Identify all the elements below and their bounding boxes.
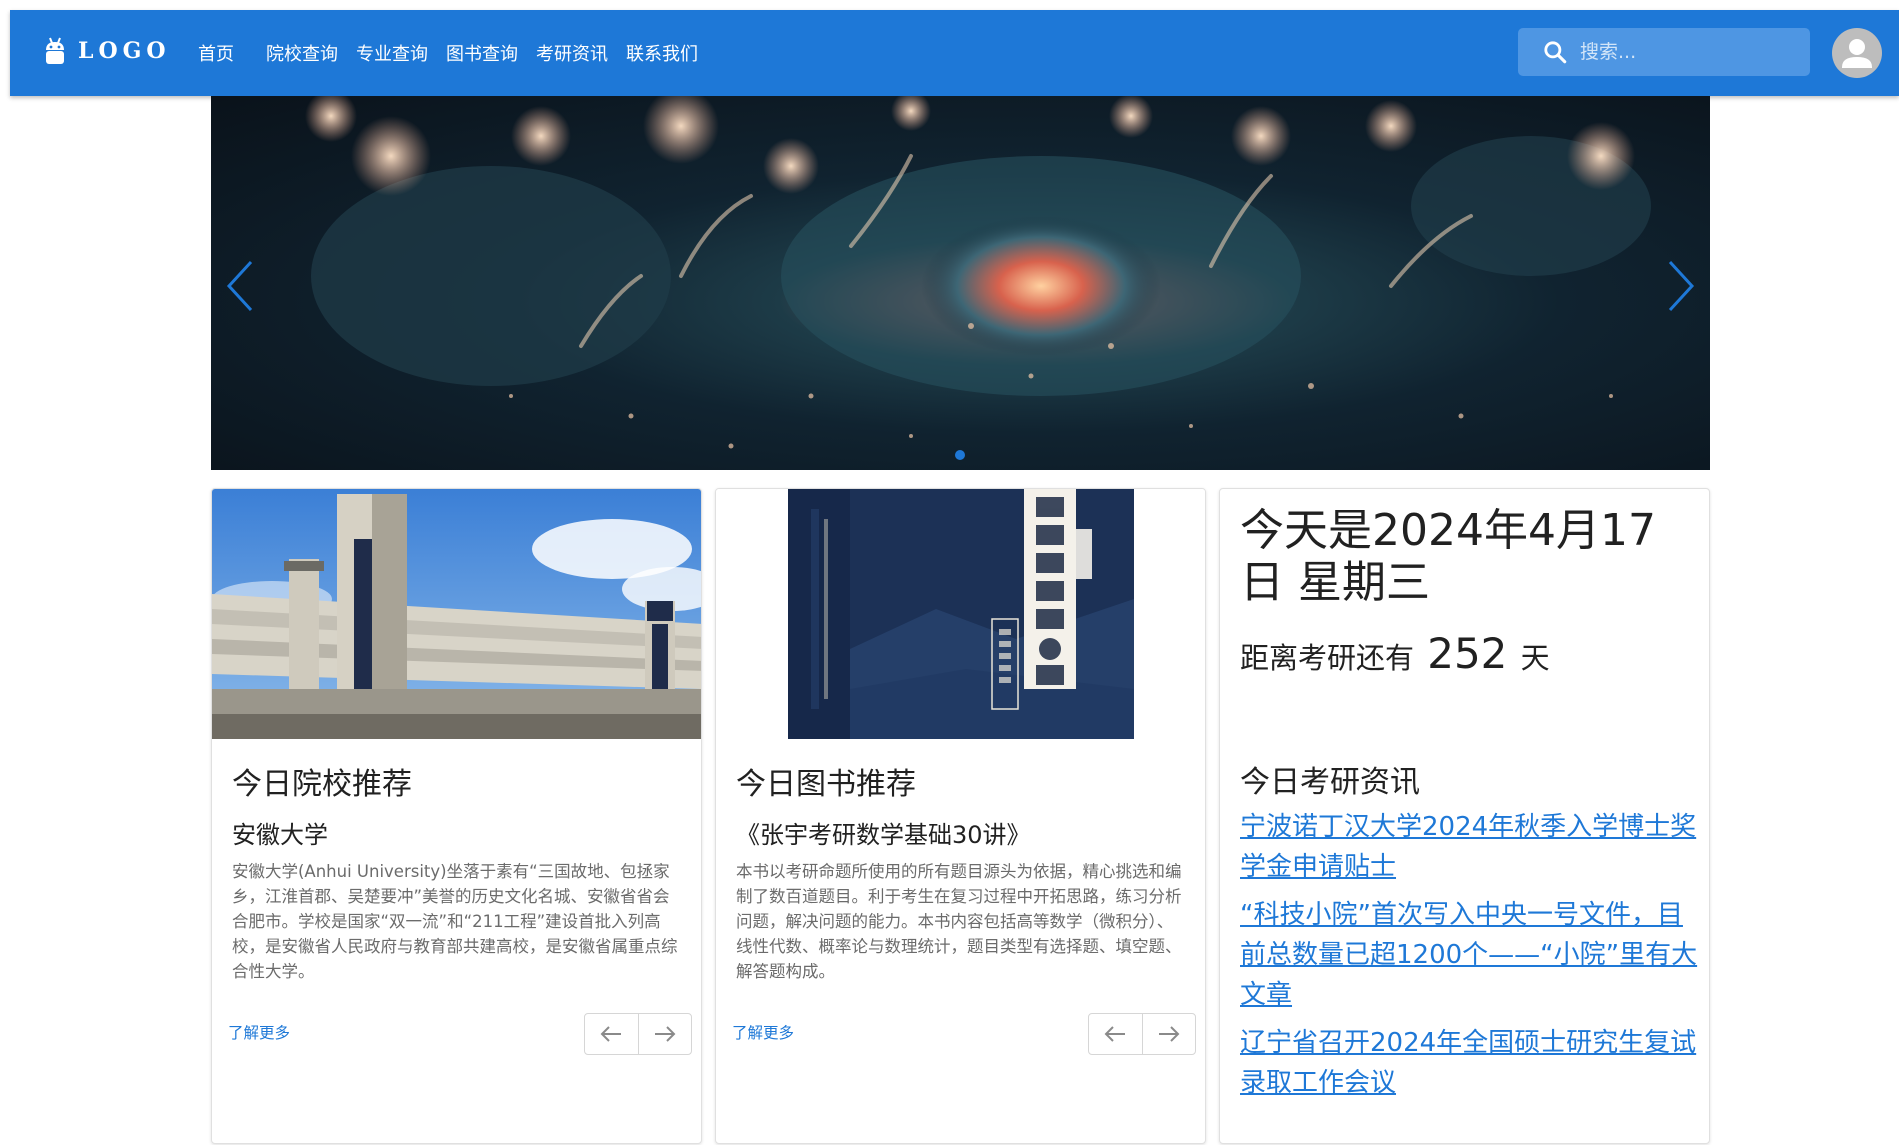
school-prev-button[interactable] xyxy=(585,1014,638,1054)
search-input[interactable] xyxy=(1580,41,1800,63)
arrow-left-icon xyxy=(600,1026,622,1042)
nav-item-major-search[interactable]: 专业查询 xyxy=(356,40,428,66)
book-next-button[interactable] xyxy=(1141,1014,1196,1054)
school-recommend-card: 今日院校推荐 安徽大学 安徽大学(Anhui University)坐落于素有“… xyxy=(211,488,702,1144)
nav-item-home[interactable]: 首页 xyxy=(198,40,234,66)
arrow-right-icon xyxy=(654,1026,676,1042)
book-pager xyxy=(1088,1013,1196,1055)
logo[interactable]: LOGO xyxy=(44,36,171,66)
school-next-button[interactable] xyxy=(637,1014,692,1054)
book-name: 《张宇考研数学基础30讲》 xyxy=(736,821,1031,849)
carousel-slide-image xyxy=(305,96,1651,449)
app-bar: LOGO 首页 院校查询 专业查询 图书查询 考研资讯 联系我们 xyxy=(10,10,1899,96)
news-link[interactable]: 宁波诺丁汉大学2024年秋季入学博士奖学金申请贴士 xyxy=(1240,807,1698,887)
carousel-prev-arrow-icon[interactable] xyxy=(221,256,257,316)
user-avatar[interactable] xyxy=(1832,28,1882,78)
user-icon xyxy=(1842,39,1872,68)
book-cover-image xyxy=(716,489,1205,739)
android-logo-icon xyxy=(46,37,64,64)
book-card-title: 今日图书推荐 xyxy=(736,767,916,802)
news-list: 宁波诺丁汉大学2024年秋季入学博士奖学金申请贴士 “科技小院”首次写入中央一号… xyxy=(1240,807,1698,1111)
arrow-right-icon xyxy=(1158,1026,1180,1042)
school-gate-image xyxy=(212,489,701,739)
countdown-suffix: 天 xyxy=(1520,641,1550,675)
news-link[interactable]: “科技小院”首次写入中央一号文件，目前总数量已超1200个——“小院”里有大文章 xyxy=(1240,895,1698,1015)
book-learn-more-link[interactable]: 了解更多 xyxy=(732,1021,794,1043)
main-nav: 首页 院校查询 专业查询 图书查询 考研资讯 联系我们 xyxy=(198,10,716,96)
carousel-next-arrow-icon[interactable] xyxy=(1664,256,1700,316)
book-prev-button[interactable] xyxy=(1089,1014,1142,1054)
nav-item-news[interactable]: 考研资讯 xyxy=(536,40,608,66)
school-learn-more-link[interactable]: 了解更多 xyxy=(228,1021,290,1043)
today-date: 今天是2024年4月17日 星期三 xyxy=(1240,505,1656,608)
countdown-days: 252 xyxy=(1427,629,1508,678)
book-description: 本书以考研命题所使用的所有题目源头为依据，精心挑选和编制了数百道题目。利于考生在… xyxy=(736,862,1182,981)
book-recommend-card: 今日图书推荐 《张宇考研数学基础30讲》 本书以考研命题所使用的所有题目源头为依… xyxy=(715,488,1206,1144)
info-card: 今天是2024年4月17日 星期三 距离考研还有 252 天 今日考研资讯 宁波… xyxy=(1219,488,1710,1144)
search-box[interactable] xyxy=(1518,28,1810,76)
school-card-title: 今日院校推荐 xyxy=(232,767,412,802)
school-name: 安徽大学 xyxy=(232,821,328,849)
nav-item-school-search[interactable]: 院校查询 xyxy=(266,40,338,66)
nav-item-book-search[interactable]: 图书查询 xyxy=(446,40,518,66)
nav-item-contact[interactable]: 联系我们 xyxy=(626,40,698,66)
school-pager xyxy=(584,1013,692,1055)
countdown-prefix: 距离考研还有 xyxy=(1240,641,1415,675)
news-link[interactable]: 辽宁省召开2024年全国硕士研究生复试录取工作会议 xyxy=(1240,1023,1698,1103)
logo-text: LOGO xyxy=(78,38,171,64)
carousel-indicator-dot[interactable] xyxy=(955,450,965,460)
news-section-title: 今日考研资讯 xyxy=(1240,765,1420,800)
arrow-left-icon xyxy=(1104,1026,1126,1042)
school-description: 安徽大学(Anhui University)坐落于素有“三国故地、包拯家乡，江淮… xyxy=(232,862,678,981)
hero-carousel[interactable] xyxy=(211,96,1710,470)
exam-countdown: 距离考研还有 252 天 xyxy=(1240,629,1550,678)
search-icon xyxy=(1544,41,1567,64)
